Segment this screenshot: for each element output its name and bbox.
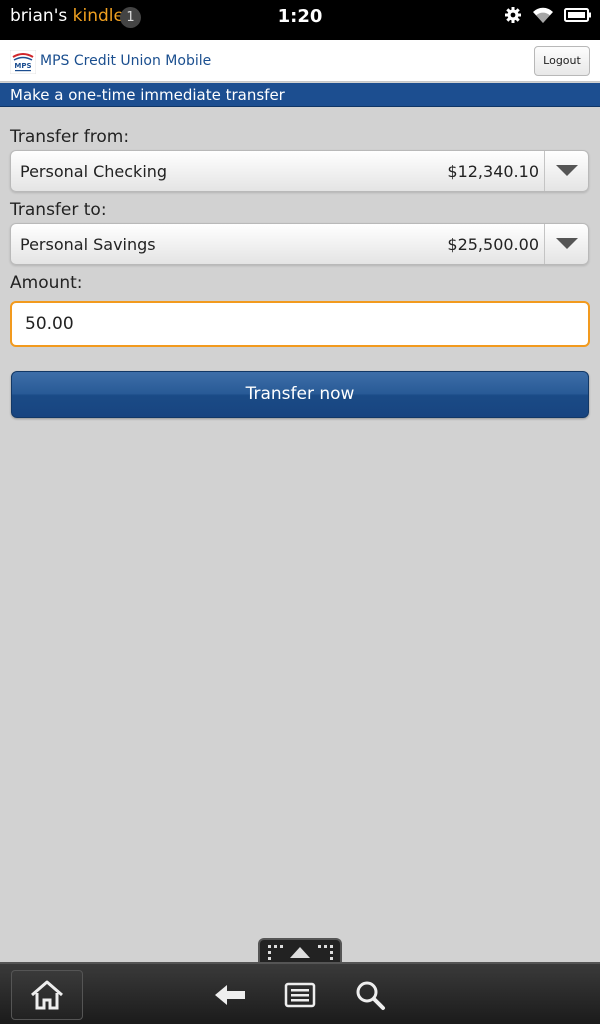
search-icon[interactable] (353, 978, 387, 1012)
from-account-balance: $12,340.10 (447, 162, 539, 181)
status-bar: brian's kindle 1 1:20 (0, 0, 600, 40)
amount-input[interactable]: 50.00 (10, 301, 590, 347)
from-account-name: Personal Checking (20, 162, 168, 181)
app-title: MPS Credit Union Mobile (40, 53, 212, 69)
to-account-name: Personal Savings (20, 235, 156, 254)
logout-button[interactable]: Logout (534, 46, 590, 76)
transfer-from-select[interactable]: Personal Checking $12,340.10 (10, 150, 589, 192)
page-title: Make a one-time immediate transfer (0, 83, 600, 107)
transfer-now-button[interactable]: Transfer now (11, 371, 589, 418)
menu-icon[interactable] (283, 978, 317, 1012)
bottom-nav-bar (0, 962, 600, 1024)
transfer-to-select[interactable]: Personal Savings $25,500.00 (10, 223, 589, 265)
transfer-from-label: Transfer from: (10, 127, 130, 147)
battery-icon (564, 7, 592, 23)
logo-text: MPS (14, 62, 31, 70)
amount-label: Amount: (10, 273, 83, 293)
to-account-balance: $25,500.00 (447, 235, 539, 254)
fullscreen-toggle[interactable] (258, 938, 342, 964)
chevron-down-icon[interactable] (544, 224, 588, 264)
mps-logo: MPS (9, 49, 37, 75)
back-icon[interactable] (213, 978, 247, 1012)
status-icons (504, 6, 592, 24)
transfer-to-label: Transfer to: (10, 200, 107, 220)
home-icon[interactable] (11, 970, 83, 1020)
app-header: MPS MPS Credit Union Mobile Logout (0, 40, 600, 82)
chevron-down-icon[interactable] (544, 151, 588, 191)
gear-icon[interactable] (504, 6, 522, 24)
wifi-icon (532, 6, 554, 24)
